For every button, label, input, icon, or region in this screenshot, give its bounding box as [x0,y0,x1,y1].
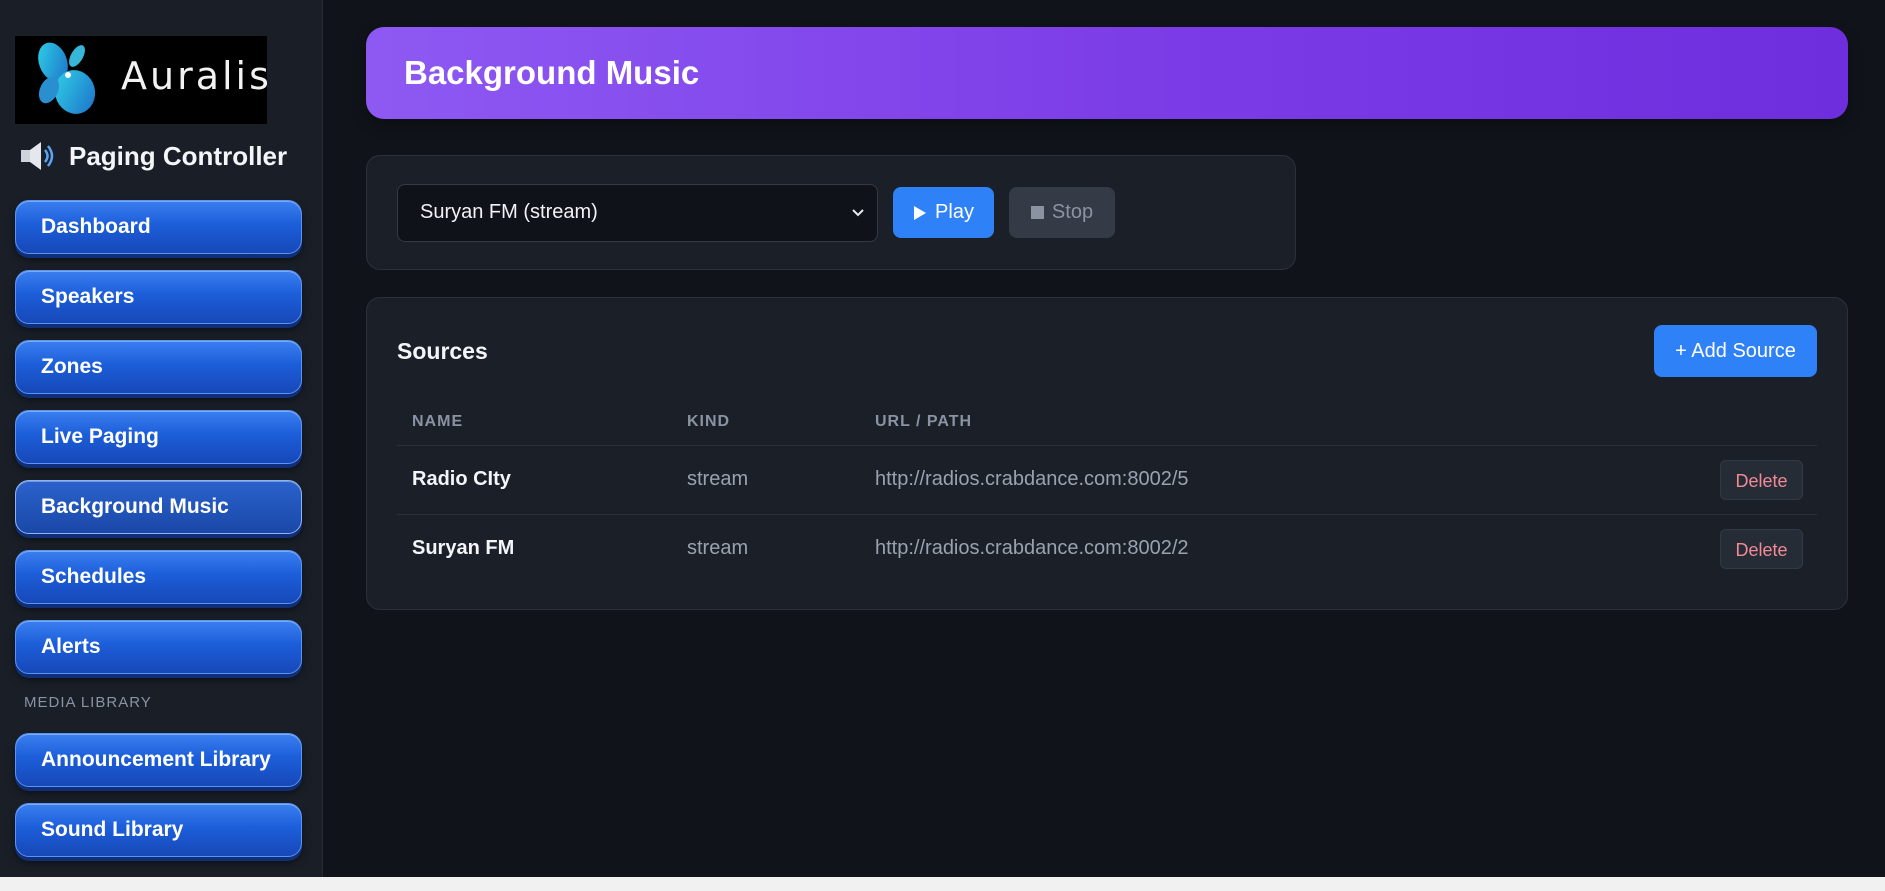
nav-label: Alerts [41,635,101,658]
source-name: Suryan FM [412,537,515,560]
source-select-value: Suryan FM (stream) [420,201,598,223]
delete-button[interactable]: Delete [1720,459,1803,500]
app-root: Auralis Paging Controller Dashboard Spea… [0,0,1885,877]
source-kind: stream [687,537,749,560]
logo: Auralis [15,36,269,124]
stop-button[interactable]: Stop [1009,187,1115,238]
nav-label: Zones [41,355,103,378]
nav-speakers[interactable]: Speakers [15,270,302,324]
nav-label: Dashboard [41,215,151,238]
add-source-button[interactable]: + Add Source [1654,325,1817,377]
butterfly-logo-icon [38,42,96,114]
nav-schedules[interactable]: Schedules [15,550,302,604]
section-label-media-library: MEDIA LIBRARY [24,694,152,711]
media-nav: Announcement Library Sound Library [15,733,322,857]
nav-dashboard[interactable]: Dashboard [15,200,302,254]
column-header-name: NAME [397,399,672,446]
source-url: http://radios.crabdance.com:8002/5 [860,445,1574,515]
sources-header: Sources + Add Source [397,325,1817,377]
sidebar: Auralis Paging Controller Dashboard Spea… [0,0,323,877]
source-kind: stream [672,445,860,515]
page-header: Background Music [366,27,1848,119]
table-header-row: NAME KIND URL / PATH [397,399,1817,446]
stop-icon [1030,206,1044,219]
source-actions: Delete [1574,514,1817,583]
source-name: Radio CIty [397,445,672,515]
nav-label: Announcement Library [41,748,271,771]
nav-alerts[interactable]: Alerts [15,620,302,674]
sources-table: NAME KIND URL / PATH Radio CIty stream h… [397,399,1817,583]
table-row: Radio CIty stream http://radios.crabdanc… [397,445,1817,515]
source-url: http://radios.crabdance.com:8002/2 [875,537,1189,560]
player-panel: Suryan FM (stream) Play Stop [366,155,1296,270]
main-content: Background Music Suryan FM (stream) Play… [323,0,1885,877]
nav-sound-library[interactable]: Sound Library [15,803,302,857]
nav-label: Background Music [41,495,229,518]
source-select[interactable]: Suryan FM (stream) [397,183,878,242]
nav-label: Schedules [41,565,147,588]
delete-button[interactable]: Delete [1720,528,1803,569]
nav-label: Live Paging [41,425,159,448]
table-row: Suryan FM stream http://radios.crabdance… [397,514,1817,583]
nav-background-music[interactable]: Background Music [15,480,302,534]
sidebar-nav: Dashboard Speakers Zones Live Paging Bac… [15,200,322,674]
stop-label: Stop [1051,201,1094,223]
page-title: Background Music [404,54,700,91]
chevron-down-icon [852,208,864,216]
column-header-actions [1573,399,1817,446]
nav-zones[interactable]: Zones [15,340,302,394]
nav-live-paging[interactable]: Live Paging [15,410,302,464]
brand: Paging Controller [15,138,322,174]
play-label: Play [935,201,974,223]
nav-label: Sound Library [41,818,184,841]
logo-text: Auralis [121,54,272,98]
column-header-url: URL / PATH [860,399,1574,446]
brand-title: Paging Controller [69,140,288,171]
sources-panel: Sources + Add Source NAME KIND URL / PAT… [366,297,1848,610]
play-button[interactable]: Play [893,187,994,238]
play-icon [914,205,927,220]
browser-bottom-bar [0,877,1885,891]
speaker-icon [21,142,54,170]
source-actions: Delete [1573,445,1817,515]
sources-title: Sources [397,337,488,364]
nav-announcement-library[interactable]: Announcement Library [15,733,302,787]
column-header-kind: KIND [672,399,860,446]
nav-label: Speakers [41,285,135,308]
